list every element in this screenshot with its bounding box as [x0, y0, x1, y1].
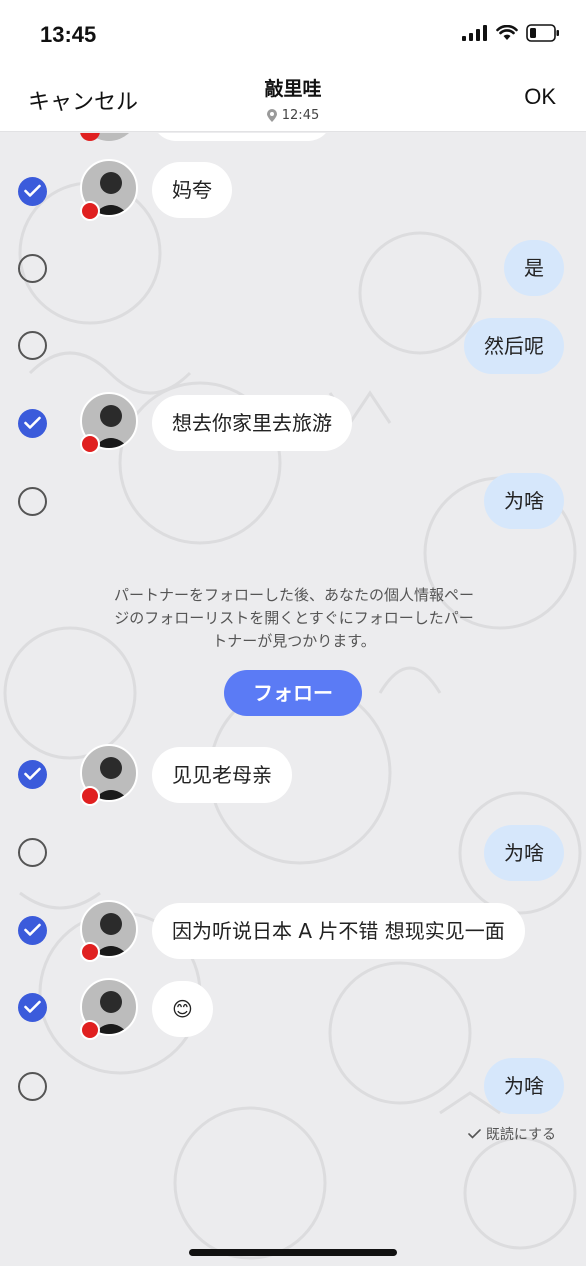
chat-title: 敲里哇	[264, 78, 322, 100]
notice-line: パートナーをフォローした後、あなたの個人情報ペー	[113, 586, 474, 604]
outgoing-message-bubble[interactable]: 为啥	[484, 825, 564, 881]
home-indicator[interactable]	[189, 1249, 397, 1256]
message-select-checkbox[interactable]	[18, 487, 47, 516]
incoming-emoji-bubble[interactable]: 😊	[152, 981, 213, 1037]
incoming-message-bubble[interactable]: 妈夸	[152, 162, 232, 218]
battery-icon	[526, 24, 559, 42]
message-bubble-partial	[152, 133, 332, 141]
china-flag-badge	[80, 201, 100, 221]
china-flag-badge	[80, 942, 100, 962]
checkmark-icon	[24, 767, 41, 780]
read-status: 既読にする	[468, 1124, 556, 1144]
china-flag-badge	[80, 434, 100, 454]
message-select-checkbox[interactable]	[18, 993, 47, 1022]
incoming-message-bubble[interactable]: 见见老母亲	[152, 747, 292, 803]
read-status-label: 既読にする	[485, 1127, 556, 1143]
location-pin-icon	[266, 109, 277, 122]
checkmark-icon	[24, 923, 41, 936]
subtitle-time: 12:45	[281, 108, 320, 123]
message-select-checkbox[interactable]	[18, 1072, 47, 1101]
chat-header: キャンセル 敲里哇 12:45 OK	[0, 64, 586, 132]
outgoing-message-bubble[interactable]: 为啥	[484, 473, 564, 529]
message-select-checkbox[interactable]	[18, 331, 47, 360]
follow-notice: パートナーをフォローした後、あなたの個人情報ペー ジのフォローリストを開くとすぐ…	[64, 584, 524, 653]
checkmark-icon	[24, 1000, 41, 1013]
follow-button[interactable]: フォロー	[224, 670, 362, 716]
signal-icon	[462, 25, 487, 41]
china-flag-badge	[80, 1020, 100, 1040]
message-select-checkbox[interactable]	[18, 760, 47, 789]
checkmark-icon	[24, 416, 41, 429]
outgoing-message-bubble[interactable]: 是	[504, 240, 564, 296]
wifi-icon	[496, 25, 518, 40]
status-icons	[462, 24, 560, 42]
message-select-checkbox[interactable]	[18, 409, 47, 438]
message-select-checkbox[interactable]	[18, 177, 47, 206]
status-bar: 13:45	[0, 0, 586, 64]
message-select-checkbox[interactable]	[18, 838, 47, 867]
chat-subtitle: 12:45	[0, 108, 586, 123]
outgoing-message-bubble[interactable]: 为啥	[484, 1058, 564, 1114]
incoming-message-bubble[interactable]: 想去你家里去旅游	[152, 395, 352, 451]
notice-line: ジのフォローリストを開くとすぐにフォローしたパー	[114, 609, 474, 627]
outgoing-message-bubble[interactable]: 然后呢	[464, 318, 564, 374]
china-flag-badge	[80, 786, 100, 806]
checkmark-icon	[24, 184, 41, 197]
status-time: 13:45	[40, 22, 97, 47]
read-check-icon	[468, 1129, 481, 1139]
ok-button[interactable]: OK	[524, 84, 556, 110]
notice-line: トナーが見つかります。	[212, 632, 376, 650]
incoming-message-bubble[interactable]: 因为听说日本 A 片不错 想现实见一面	[152, 903, 525, 959]
chat-area[interactable]: 妈夸 是 然后呢 想去你家里去旅游 为啥 パートナーをフォローした後、あなたの個…	[0, 133, 586, 1266]
message-select-checkbox[interactable]	[18, 254, 47, 283]
message-select-checkbox[interactable]	[18, 916, 47, 945]
